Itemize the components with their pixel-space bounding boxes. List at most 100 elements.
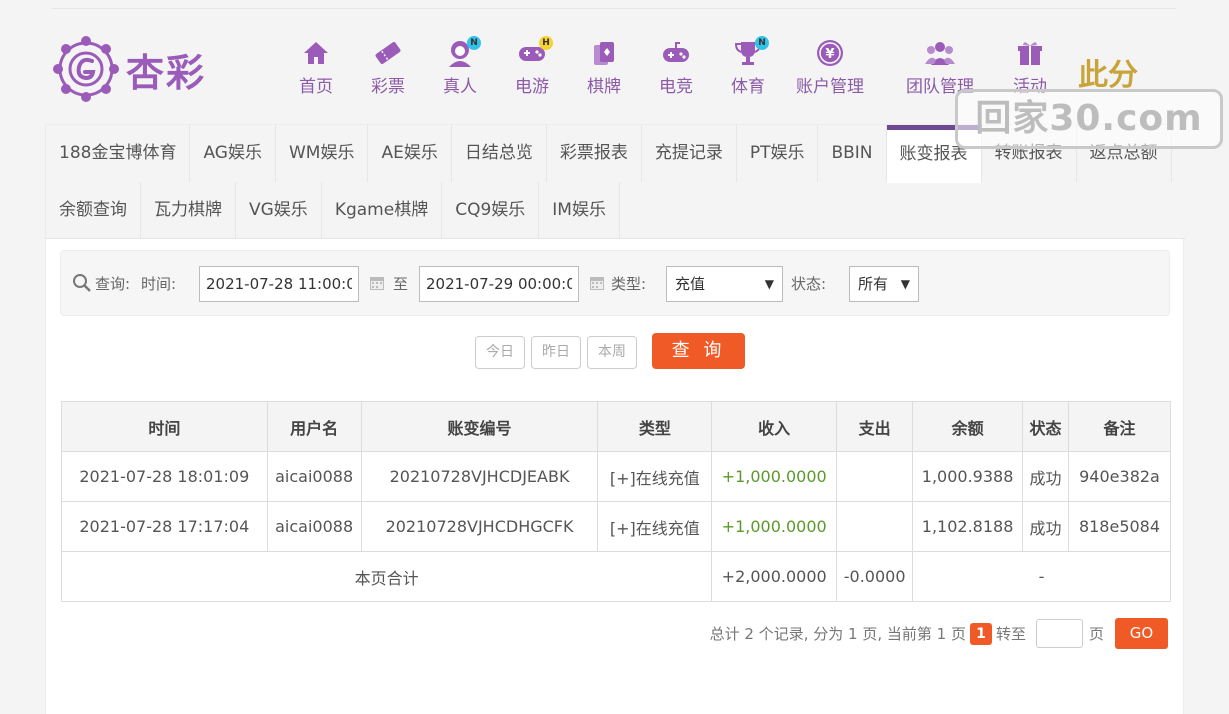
page-unit-label: 页 [1088, 625, 1104, 643]
lottery-icon [375, 41, 401, 65]
cell-username: aicai0088 [266, 451, 362, 502]
cell-status: 成功 [1022, 451, 1069, 502]
nav-promo[interactable]: 活动 [984, 38, 1076, 97]
query-label: 查询: [95, 275, 131, 293]
col-type: 类型 [597, 401, 713, 452]
new-badge: N [467, 36, 481, 50]
current-page[interactable]: 1 [969, 622, 992, 645]
tab-ag[interactable]: AG娱乐 [190, 125, 276, 182]
home-icon [304, 42, 328, 64]
table-total-row: 本页合计 +2,000.0000 -0.0000 - [60, 551, 1171, 602]
yen-coin-icon: ¥ [817, 40, 843, 66]
nav-sports[interactable]: N 体育 [702, 36, 794, 97]
logo-flower-icon [53, 36, 119, 102]
tab-wm[interactable]: WM娱乐 [276, 125, 369, 182]
tab-account-change-report[interactable]: 账变报表 [886, 125, 982, 183]
tab-ae[interactable]: AE娱乐 [368, 125, 452, 182]
nav-label: 体育 [731, 77, 765, 97]
cell-income: +1,000.0000 [711, 451, 838, 502]
tab-row-1: 188金宝博体育 AG娱乐 WM娱乐 AE娱乐 日结总览 彩票报表 充提记录 P… [46, 125, 1172, 183]
cell-balance: 1,102.8188 [912, 501, 1024, 552]
goto-page-input[interactable] [1035, 619, 1083, 648]
table-row: 2021-07-28 17:17:04 aicai0088 20210728VJ… [61, 501, 1172, 552]
top-divider [52, 8, 1176, 9]
cell-income: +1,000.0000 [711, 501, 838, 552]
type-label: 类型: [611, 275, 647, 293]
go-button[interactable]: GO [1115, 618, 1168, 649]
cards-icon [594, 42, 614, 65]
total-label: 本页合计 [60, 551, 713, 602]
pager-summary: 总计 2 个记录, 分为 1 页, 当前第 1 页 [709, 625, 966, 643]
tab-188-sports[interactable]: 188金宝博体育 [46, 125, 191, 182]
site-logo[interactable]: 杏彩 [52, 34, 224, 104]
team-icon [925, 42, 955, 65]
cell-time: 2021-07-28 18:01:09 [61, 451, 268, 502]
col-balance: 余额 [912, 401, 1024, 452]
tab-daily-overview[interactable]: 日结总览 [452, 125, 547, 182]
tab-vg[interactable]: VG娱乐 [236, 182, 322, 239]
new-badge: N [755, 36, 769, 50]
nav-label: 团队管理 [906, 77, 974, 97]
yesterday-button[interactable]: 昨日 [531, 336, 581, 369]
calendar-icon[interactable] [589, 275, 605, 291]
search-icon [73, 274, 91, 292]
dropdown-arrow-icon: ▼ [764, 277, 774, 291]
end-time-input[interactable] [419, 266, 579, 302]
table-header-row: 时间 用户名 账变编号 类型 收入 支出 余额 状态 备注 [61, 401, 1172, 452]
gift-icon [1018, 42, 1042, 65]
time-label: 时间: [141, 275, 177, 293]
total-expense: -0.0000 [836, 551, 914, 602]
col-time: 时间 [61, 401, 268, 452]
cell-expense [836, 501, 914, 552]
tab-lottery-report[interactable]: 彩票报表 [547, 125, 642, 182]
search-button[interactable]: 查 询 [652, 333, 745, 369]
cell-expense [836, 451, 914, 502]
cell-status: 成功 [1022, 501, 1069, 552]
report-panel: 188金宝博体育 AG娱乐 WM娱乐 AE娱乐 日结总览 彩票报表 充提记录 P… [45, 124, 1185, 714]
points-logo[interactable]: 此分 [1064, 50, 1184, 94]
tab-kgame[interactable]: Kgame棋牌 [322, 182, 443, 239]
calendar-icon[interactable] [369, 275, 385, 291]
report-tabs: 188金宝博体育 AG娱乐 WM娱乐 AE娱乐 日结总览 彩票报表 充提记录 P… [46, 125, 1185, 239]
col-status: 状态 [1022, 401, 1069, 452]
cell-remark: 940e382a [1067, 451, 1172, 502]
tab-bbin[interactable]: BBIN [818, 125, 887, 182]
tab-row-2: 余额查询 瓦力棋牌 VG娱乐 Kgame棋牌 CQ9娱乐 IM娱乐 [46, 182, 620, 239]
table-row: 2021-07-28 18:01:09 aicai0088 20210728VJ… [61, 451, 1172, 502]
query-bar: 查询: 时间: 至 类型: 充值 ▼ 状态: 所有 ▼ [60, 250, 1170, 316]
start-time-input[interactable] [199, 266, 359, 302]
tab-deposit-withdraw[interactable]: 充提记录 [642, 125, 737, 182]
status-label: 状态: [791, 275, 827, 293]
cell-change-id: 20210728VJHCDHGCFK [360, 501, 599, 552]
tab-transfer-report[interactable]: 转账报表 [982, 125, 1077, 182]
total-rest: - [912, 551, 1171, 602]
total-income: +2,000.0000 [711, 551, 838, 602]
nav-account[interactable]: ¥ 账户管理 [784, 38, 876, 97]
tab-im[interactable]: IM娱乐 [539, 182, 620, 239]
nav-team[interactable]: 团队管理 [894, 38, 986, 97]
tab-balance-query[interactable]: 余额查询 [46, 182, 141, 239]
nav-label: 活动 [1013, 77, 1047, 97]
tab-rebate-total[interactable]: 返点总额 [1077, 125, 1172, 182]
cell-change-id: 20210728VJHCDJEABK [360, 451, 599, 502]
tab-wali-chess[interactable]: 瓦力棋牌 [141, 182, 236, 239]
cell-time: 2021-07-28 17:17:04 [61, 501, 268, 552]
type-select[interactable]: 充值 ▼ [666, 266, 783, 302]
tab-pt[interactable]: PT娱乐 [737, 125, 819, 182]
col-income: 收入 [711, 401, 838, 452]
col-change-id: 账变编号 [360, 401, 599, 452]
this-week-button[interactable]: 本周 [587, 336, 637, 369]
trophy-icon-wrap: N [733, 36, 769, 68]
dropdown-arrow-icon: ▼ [900, 277, 910, 291]
today-button[interactable]: 今日 [475, 336, 525, 369]
cell-remark: 818e5084 [1067, 501, 1172, 552]
cell-balance: 1,000.9388 [912, 451, 1024, 502]
status-select[interactable]: 所有 ▼ [849, 266, 919, 302]
tab-cq9[interactable]: CQ9娱乐 [442, 182, 540, 239]
nav-label: 账户管理 [796, 77, 864, 97]
svg-text:¥: ¥ [825, 47, 834, 62]
account-change-table: 时间 用户名 账变编号 类型 收入 支出 余额 状态 备注 2021-07-28… [60, 401, 1172, 602]
to-label: 至 [393, 275, 409, 293]
goto-label: 转至 [995, 625, 1026, 643]
gamepad-icon-wrap: H [517, 36, 553, 68]
